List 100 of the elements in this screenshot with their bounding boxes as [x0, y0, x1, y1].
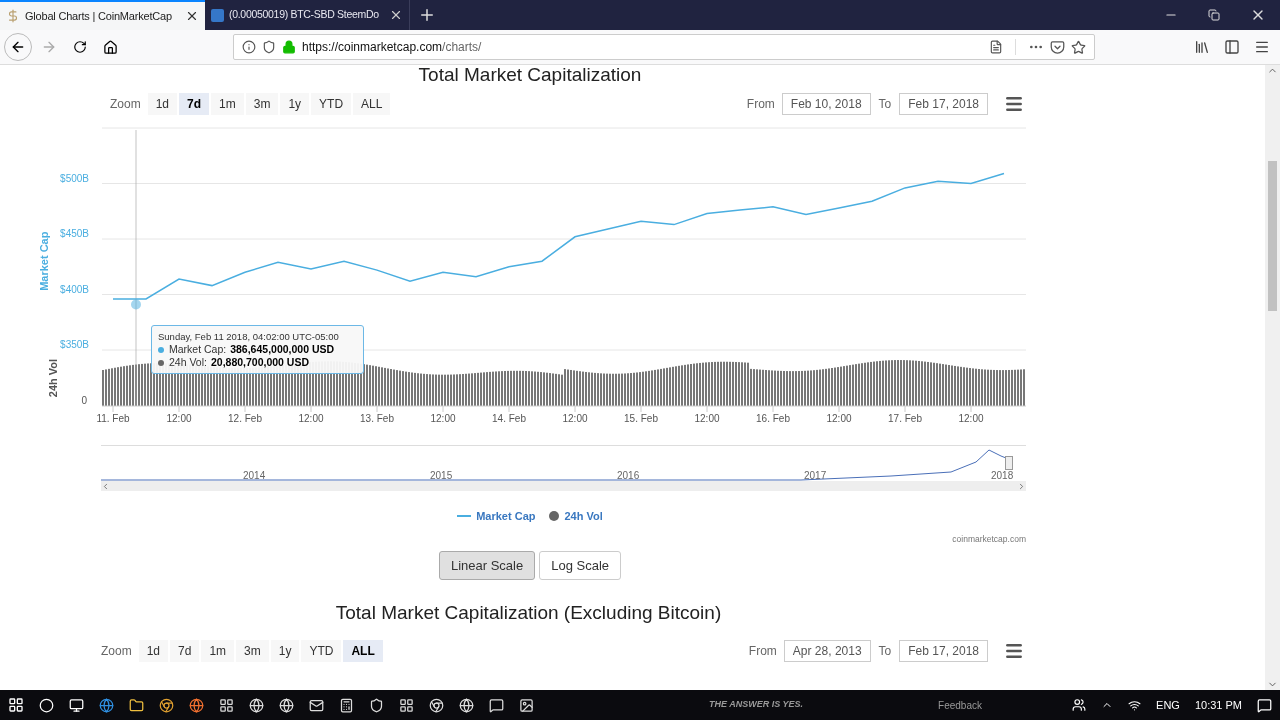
x-axis-label: 12:00 — [166, 413, 192, 424]
hover-point — [131, 299, 141, 310]
close-icon — [389, 8, 403, 22]
wifi-icon — [1128, 698, 1142, 712]
x-axis-label: 12. Feb — [228, 413, 262, 424]
sidebar-icon[interactable] — [1224, 39, 1240, 55]
x-axis-label: 16. Feb — [756, 413, 790, 424]
to-date-field[interactable]: Feb 17, 2018 — [899, 639, 988, 662]
x-axis-label: 12:00 — [958, 413, 984, 424]
tooltip-date: Sunday, Feb 11 2018, 04:02:00 UTC-05:00 — [158, 330, 340, 343]
zoom-button[interactable]: 1y — [280, 93, 310, 115]
taskbar-app-icon[interactable] — [69, 697, 84, 713]
zoom-label: Zoom — [110, 96, 141, 113]
zoom-button[interactable]: 7d — [179, 93, 210, 115]
from-date-field[interactable]: Apr 28, 2013 — [783, 639, 871, 662]
x-axis-label: 12:00 — [430, 413, 456, 424]
taskbar-app-icon[interactable] — [219, 697, 234, 713]
scroll-right-icon[interactable] — [1017, 481, 1026, 491]
y-axis-label: $400B — [60, 283, 89, 295]
menu-icon[interactable] — [1004, 94, 1024, 114]
zoom-label: Zoom — [101, 642, 132, 660]
taskbar-app-icon[interactable] — [129, 697, 144, 713]
from-date-field[interactable]: Feb 10, 2018 — [781, 93, 871, 115]
pocket-icon — [1050, 39, 1065, 55]
url-text: https://coinmarketcap.com/charts/ — [302, 39, 482, 56]
start-icon[interactable] — [8, 697, 24, 713]
x-axis-label: 13. Feb — [360, 413, 394, 424]
from-label: From — [748, 642, 777, 660]
library-icon[interactable] — [1194, 39, 1210, 55]
new-tab-icon[interactable] — [418, 6, 436, 24]
feedback-button[interactable]: Feedback — [938, 697, 982, 713]
zoom-button[interactable]: 7d — [170, 639, 200, 662]
zoom-button[interactable]: 3m — [236, 639, 269, 662]
zoom-button[interactable]: 1d — [138, 639, 169, 662]
zoom-button[interactable]: 3m — [245, 93, 279, 115]
x-axis-label: 12:00 — [562, 413, 588, 424]
to-label: To — [878, 96, 892, 113]
navigator-handle[interactable] — [1005, 456, 1013, 470]
x-axis-label: 12:00 — [298, 413, 324, 424]
zoom-button[interactable]: YTD — [311, 93, 352, 115]
scale-button[interactable]: Linear Scale — [438, 551, 536, 581]
language-indicator[interactable]: ENG — [1156, 696, 1180, 714]
address-bar[interactable]: https://coinmarketcap.com/charts/ — [233, 34, 1095, 60]
taskbar-app-icon[interactable] — [99, 697, 114, 713]
zoom-button[interactable]: 1d — [147, 93, 178, 115]
credit-link[interactable]: coinmarketcap.com — [0, 532, 1026, 546]
to-date-field[interactable]: Feb 17, 2018 — [899, 93, 988, 115]
lock-icon[interactable] — [282, 40, 296, 54]
close-icon — [185, 9, 199, 23]
taskbar-app-icon[interactable] — [189, 697, 204, 713]
scroll-left-icon[interactable] — [101, 481, 110, 491]
wallpaper-text: THE ANSWER IS YES. — [709, 698, 804, 712]
legend-item[interactable]: 24h Vol — [564, 508, 603, 525]
zoom-button[interactable]: 1m — [211, 93, 244, 115]
x-axis-label: 12:00 — [826, 413, 852, 424]
y-axis-label: $450B — [60, 228, 89, 239]
navigator-year-label: 2014 — [243, 469, 266, 483]
reload-icon[interactable] — [73, 40, 87, 54]
chart-title: Total Market Capitalization (Excluding Bitcoin) — [334, 601, 723, 626]
navigator-scrollbar[interactable] — [101, 481, 1026, 491]
x-axis-label: 11. Feb — [96, 413, 130, 424]
zoom-button[interactable]: 1m — [201, 639, 235, 662]
y-axis-title: Market Cap — [38, 231, 50, 291]
zoom-button[interactable]: ALL — [353, 93, 391, 115]
info-icon[interactable] — [242, 40, 256, 54]
browser-tab[interactable]: Global Charts | CoinMarketCap — [0, 0, 205, 30]
restore-icon[interactable] — [1208, 9, 1220, 21]
menu-icon[interactable] — [1254, 39, 1270, 55]
taskbar-app-icon[interactable] — [309, 697, 324, 713]
x-axis-label: 12:00 — [694, 413, 720, 424]
bookmark-icon — [1071, 39, 1086, 55]
shield-icon[interactable] — [262, 40, 276, 54]
y-axis-label: $500B — [60, 172, 89, 184]
to-label: To — [878, 642, 892, 660]
x-axis-label: 17. Feb — [888, 413, 922, 424]
zoom-button[interactable]: 1y — [270, 639, 300, 662]
scale-button[interactable]: Log Scale — [539, 551, 622, 581]
legend-item[interactable]: Market Cap — [476, 508, 536, 525]
navigator-year-label: 2018 — [991, 469, 1014, 483]
tooltip-label: 24h Vol: — [169, 356, 207, 369]
scroll-thumb[interactable] — [1268, 161, 1277, 311]
y-axis-title: 24h Vol — [47, 358, 59, 398]
tooltip-value: 20,880,700,000 USD — [210, 356, 310, 369]
taskbar-app-icon[interactable] — [159, 697, 174, 713]
people-icon — [1072, 698, 1087, 712]
zoom-button[interactable]: YTD — [301, 639, 342, 662]
zoom-button[interactable]: ALL — [343, 639, 383, 662]
reader-icon — [989, 40, 1003, 54]
clock[interactable]: 10:31 PM — [1194, 696, 1242, 714]
page-scrollbar[interactable] — [1265, 65, 1280, 690]
tooltip-value: 386,645,000,000 USD — [230, 343, 335, 356]
x-axis-label: 14. Feb — [492, 413, 526, 424]
home-icon[interactable] — [103, 39, 118, 55]
notification-icon — [1257, 697, 1272, 713]
navigator-year-label: 2017 — [804, 469, 827, 483]
y-axis-label: 0 — [81, 395, 87, 406]
site-icon — [6, 9, 20, 23]
navigator-year-label: 2016 — [617, 469, 640, 483]
taskbar-app-icon[interactable] — [399, 697, 414, 713]
navigator-year-label: 2015 — [430, 469, 453, 483]
